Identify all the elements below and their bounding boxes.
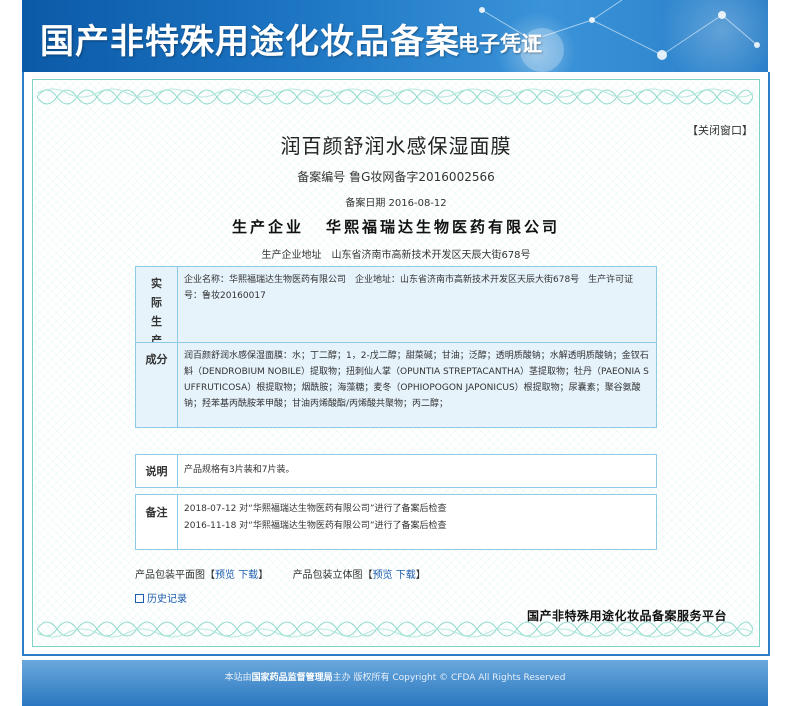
remarks-box: 备注 2018-07-12 对“华熙福瑞达生物医药有限公司”进行了备案后检查 2… xyxy=(135,494,657,550)
bracket: 】 xyxy=(415,570,426,581)
guilloche-border-top xyxy=(37,88,753,105)
producer-name: 华熙福瑞达生物医药有限公司 xyxy=(326,218,561,236)
ingredients-text: 润百颜舒润水感保湿面膜：水；丁二醇；1，2-戊二醇；甜菜碱；甘油；泛醇；透明质酸… xyxy=(178,343,656,427)
actual-producer-box: 实际生产企业 企业名称：华熙福瑞达生物医药有限公司 企业地址：山东省济南市高新技… xyxy=(135,266,657,385)
solid-download-link[interactable]: 下载 xyxy=(396,570,416,581)
record-number-label: 备案编号 xyxy=(297,170,346,184)
notes-text: 产品规格有3片装和7片装。 xyxy=(184,465,295,475)
producer-label: 生产企业 xyxy=(231,218,304,236)
bracket: 】 xyxy=(258,570,269,581)
flat-package-label: 产品包装平面图 xyxy=(135,570,205,581)
footer-suffix: 主办 版权所有 Copyright © CFDA All Rights Rese… xyxy=(332,673,566,683)
bracket: 【 xyxy=(205,570,215,581)
producer-line: 生产企业 华熙福瑞达生物医药有限公司 xyxy=(33,216,759,237)
solid-preview-link[interactable]: 预览 xyxy=(373,570,393,581)
remark-line: 2018-07-12 对“华熙福瑞达生物医药有限公司”进行了备案后检查 xyxy=(184,504,447,514)
bracket: 【 xyxy=(362,570,373,581)
product-title: 润百颜舒润水感保湿面膜 xyxy=(280,134,512,158)
record-number-line: 备案编号 鲁G妆网备字2016002566 xyxy=(33,168,759,185)
remarks-text: 2018-07-12 对“华熙福瑞达生物医药有限公司”进行了备案后检查 2016… xyxy=(178,495,656,549)
solid-package-label: 产品包装立体图 xyxy=(292,570,363,581)
notes-box: 说明 产品规格有3片装和7片装。 xyxy=(135,454,657,488)
record-date-line: 备案日期 2016-08-12 xyxy=(33,194,759,209)
record-date-value: 2016-08-12 xyxy=(388,198,447,209)
footer-prefix: 本站由 xyxy=(224,673,252,683)
header-title: 国产非特殊用途化妆品备案 xyxy=(40,22,460,62)
ingredients-label: 成分 xyxy=(136,343,178,427)
certificate-panel: 【关闭窗口】 润百颜舒润水感保湿面膜 备案编号 鲁G妆网备字2016002566… xyxy=(32,79,760,647)
address-label: 生产企业地址 xyxy=(261,250,322,261)
page-header: 国产非特殊用途化妆品备案 电子凭证 xyxy=(22,0,768,72)
header-subtitle: 电子凭证 xyxy=(458,31,542,56)
footer-org: 国家药品监督管理局 xyxy=(251,673,333,683)
flat-preview-link[interactable]: 预览 xyxy=(215,570,235,581)
record-date-label: 备案日期 xyxy=(345,198,386,209)
history-row: 历史记录 xyxy=(135,590,187,605)
external-link-icon xyxy=(135,594,144,603)
packaging-links: 产品包装平面图【预览 下载】 产品包装立体图【预览 下载】 xyxy=(135,566,426,581)
page-footer: 本站由国家药品监督管理局主办 版权所有 Copyright © CFDA All… xyxy=(22,660,768,706)
ingredients-box: 成分 润百颜舒润水感保湿面膜：水；丁二醇；1，2-戊二醇；甜菜碱；甘油；泛醇；透… xyxy=(135,342,657,428)
remarks-label: 备注 xyxy=(136,495,178,549)
record-number-value: 鲁G妆网备字2016002566 xyxy=(349,170,495,184)
history-link[interactable]: 历史记录 xyxy=(147,594,187,605)
certificate-frame: 【关闭窗口】 润百颜舒润水感保湿面膜 备案编号 鲁G妆网备字2016002566… xyxy=(22,72,770,656)
flat-download-link[interactable]: 下载 xyxy=(238,570,258,581)
remark-line: 2016-11-18 对“华熙福瑞达生物医药有限公司”进行了备案后检查 xyxy=(184,521,447,531)
notes-label: 说明 xyxy=(136,455,178,487)
guilloche-border-bottom xyxy=(37,621,753,638)
producer-address-line: 生产企业地址 山东省济南市高新技术开发区天辰大街678号 xyxy=(33,246,759,261)
actual-producer-text: 企业名称：华熙福瑞达生物医药有限公司 企业地址：山东省济南市高新技术开发区天辰大… xyxy=(178,267,656,347)
actual-producer-label: 实际生产企业 xyxy=(136,267,178,385)
address-value: 山东省济南市高新技术开发区天辰大街678号 xyxy=(331,250,531,261)
